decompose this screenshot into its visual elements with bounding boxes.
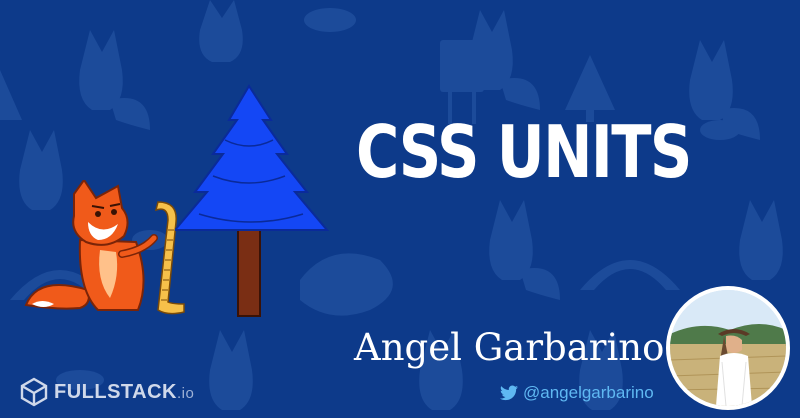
fullstack-logo[interactable]: FULLSTACK.io — [20, 376, 194, 408]
author-photo — [666, 286, 790, 410]
brand-name: FULLSTACK.io — [54, 381, 194, 404]
author-name: Angel Garbarino — [354, 326, 665, 369]
brand-tld: .io — [177, 384, 195, 402]
pine-tree-icon — [175, 84, 330, 317]
twitter-bird-icon — [500, 385, 518, 401]
page-title: CSS UNITS — [356, 110, 692, 194]
thumbnail-canvas: CSS UNITS Angel Garbarino @angelgarbarin… — [0, 0, 800, 418]
fullstack-cube-icon — [20, 377, 48, 407]
fox-with-ruler-icon — [24, 180, 185, 315]
avatar-image — [670, 290, 786, 406]
twitter-handle: @angelgarbarino — [523, 383, 654, 402]
brand-wordmark: FULLSTACK — [54, 380, 177, 403]
twitter-link[interactable]: @angelgarbarino — [500, 382, 654, 404]
